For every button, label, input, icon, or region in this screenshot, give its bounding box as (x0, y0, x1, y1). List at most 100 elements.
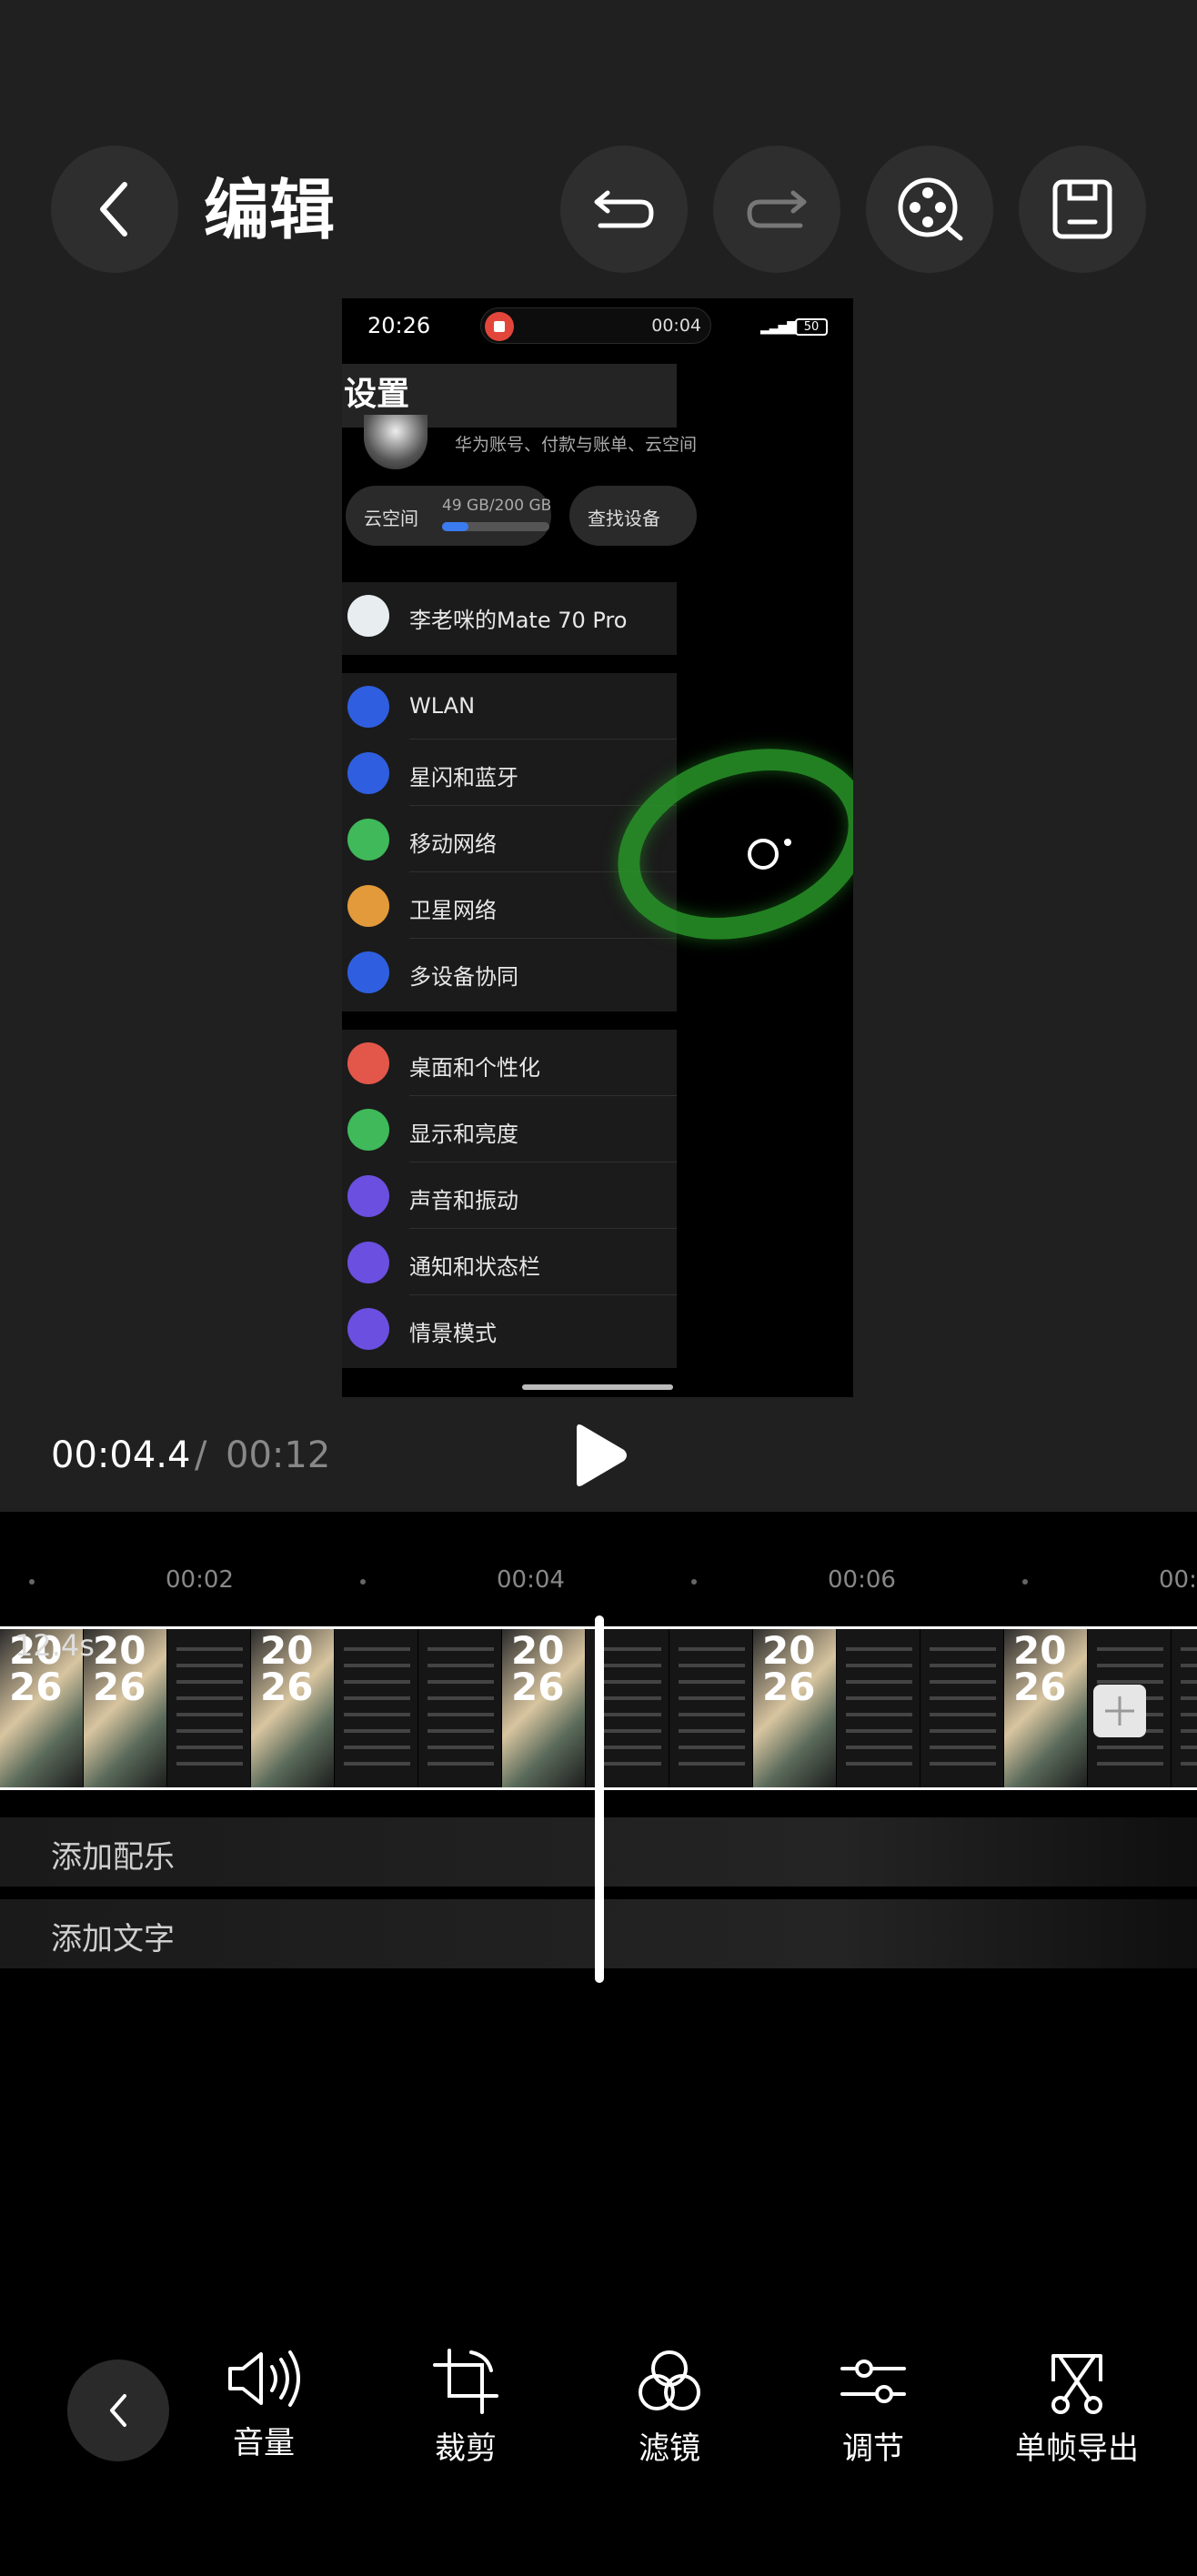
preview-cloud-fill (442, 522, 468, 531)
filter-tool-button[interactable]: 滤镜 (578, 2347, 760, 2474)
save-icon (1052, 179, 1112, 239)
thumbnail-row-line (679, 1680, 745, 1684)
adjust-tool-button[interactable]: 调节 (782, 2347, 964, 2474)
toolbar-back-button[interactable] (67, 2360, 169, 2461)
preview-settings-row: 桌面和个性化 (342, 1030, 677, 1096)
back-button[interactable] (51, 146, 178, 273)
thumbnail-row-line (344, 1746, 410, 1749)
thumbnail-clock-text: 20 26 (93, 1628, 146, 1709)
thumbnail-row-line (930, 1713, 996, 1716)
preview-settings-row-label: 桌面和个性化 (409, 1055, 540, 1081)
ruler-tick-label: 00:04 (497, 1566, 565, 1594)
frame-export-icon (1051, 2354, 1102, 2414)
preview-settings-row-label: 显示和亮度 (409, 1122, 518, 1147)
preview-settings-row-label: 卫星网络 (409, 898, 497, 923)
preview-settings-row-label: 情景模式 (409, 1321, 497, 1346)
clip-thumbnail: 20 26 (84, 1629, 167, 1787)
volume-icon (228, 2350, 300, 2407)
preview-settings-row-label: 声音和振动 (409, 1188, 518, 1213)
thumbnail-row-line (1181, 1680, 1197, 1684)
preview-settings-row-label: WLAN (409, 693, 476, 719)
thumbnail-row-line (679, 1746, 745, 1749)
wifi-icon (347, 686, 389, 728)
thumbnail-row-line (344, 1696, 410, 1700)
thumbnail-row-line (595, 1696, 661, 1700)
volume-tool-button[interactable]: 音量 (173, 2347, 355, 2474)
ruler-dot (29, 1579, 35, 1585)
preview-cloud-pill: 云空间 49 GB/200 GB (346, 486, 551, 546)
clip-thumbnail (335, 1629, 418, 1787)
volume-label: 音量 (233, 2425, 295, 2461)
thumbnail-row-line (595, 1713, 661, 1716)
thumbnail-row-line (1181, 1647, 1197, 1651)
play-button[interactable] (569, 1423, 629, 1488)
preview-status-time: 20:26 (367, 313, 431, 338)
add-music-label: 添加配乐 (51, 1839, 175, 1876)
thumbnail-row-line (679, 1762, 745, 1766)
preview-cloud-size: 49 GB/200 GB (442, 497, 552, 515)
ruler-tick-label: 00:06 (828, 1566, 896, 1594)
preview-settings-row-label: 移动网络 (409, 831, 497, 857)
brush-icon (347, 1042, 389, 1084)
thumbnail-row-line (846, 1647, 912, 1651)
filter-icon (639, 2350, 700, 2410)
thumbnail-row-line (1097, 1762, 1163, 1766)
frame-export-label: 单帧导出 (1015, 2430, 1139, 2467)
thumbnail-row-line (176, 1713, 243, 1716)
crop-label: 裁剪 (435, 2430, 497, 2467)
ruler-dot (1022, 1579, 1028, 1585)
preview-find-device-pill: 查找设备 (569, 486, 697, 546)
preview-settings-row: 声音和振动 (342, 1162, 677, 1229)
film-reel-icon (898, 177, 963, 241)
thumbnail-row-line (679, 1713, 745, 1716)
preview-device-card: 李老咪的Mate 70 Pro (342, 582, 677, 655)
preview-device-name: 李老咪的Mate 70 Pro (409, 608, 628, 633)
thumbnail-row-line (176, 1746, 243, 1749)
thumbnail-clock-text: 20 26 (511, 1628, 565, 1709)
current-time: 00:04.4 (51, 1434, 191, 1476)
thumbnail-row-line (428, 1696, 494, 1700)
thumbnail-row-line (930, 1729, 996, 1733)
save-button[interactable] (1019, 146, 1146, 273)
thumbnail-row-line (679, 1647, 745, 1651)
playhead[interactable] (595, 1615, 604, 1983)
clip-thumbnail: 20 26 (753, 1629, 837, 1787)
thumbnail-row-line (595, 1762, 661, 1766)
total-time: 00:12 (226, 1434, 331, 1476)
mobile-network-icon (347, 819, 389, 860)
thumbnail-row-line (595, 1729, 661, 1733)
redo-icon (747, 190, 807, 228)
thumbnail-row-line (846, 1729, 912, 1733)
ruler-dot (691, 1579, 697, 1585)
thumbnail-row-line (1097, 1746, 1163, 1749)
preview-settings-row: 情景模式 (342, 1295, 677, 1362)
thumbnail-clock-text: 20 26 (762, 1628, 816, 1709)
crop-icon (433, 2349, 498, 2414)
thumbnail-row-line (930, 1696, 996, 1700)
thumbnail-row-line (176, 1762, 243, 1766)
preview-settings-row: 星闪和蓝牙 (342, 740, 677, 806)
battery-icon: 50 (795, 318, 828, 336)
multi-device-icon (347, 951, 389, 993)
clip-thumbnail: 20 26 (1004, 1629, 1088, 1787)
thumbnail-row-line (344, 1680, 410, 1684)
crop-tool-button[interactable]: 裁剪 (375, 2347, 557, 2474)
undo-button[interactable] (560, 146, 688, 273)
preview-cloud-bar (442, 522, 549, 531)
touch-cursor-icon (748, 839, 779, 870)
clip-thumbnail (1172, 1629, 1197, 1787)
preview-settings-row: 显示和亮度 (342, 1096, 677, 1162)
ruler-tick-label: 00:02 (166, 1566, 234, 1594)
thumbnail-row-line (595, 1746, 661, 1749)
add-clip-button[interactable] (1093, 1685, 1146, 1737)
preview-find-device-label: 查找设备 (588, 508, 660, 529)
video-preview[interactable]: 设置 华为账号、付款与账单、云空间 云空间 49 GB/200 GB 查找设备 … (342, 298, 853, 1397)
thumbnail-row-line (1181, 1713, 1197, 1716)
film-reel-button[interactable] (866, 146, 993, 273)
redo-button[interactable] (713, 146, 840, 273)
thumbnail-clock-text: 20 26 (1013, 1628, 1067, 1709)
volume-icon (347, 1175, 389, 1217)
frame-export-tool-button[interactable]: 单帧导出 (986, 2347, 1168, 2474)
clip-thumbnail (418, 1629, 502, 1787)
filter-label: 滤镜 (639, 2430, 700, 2467)
